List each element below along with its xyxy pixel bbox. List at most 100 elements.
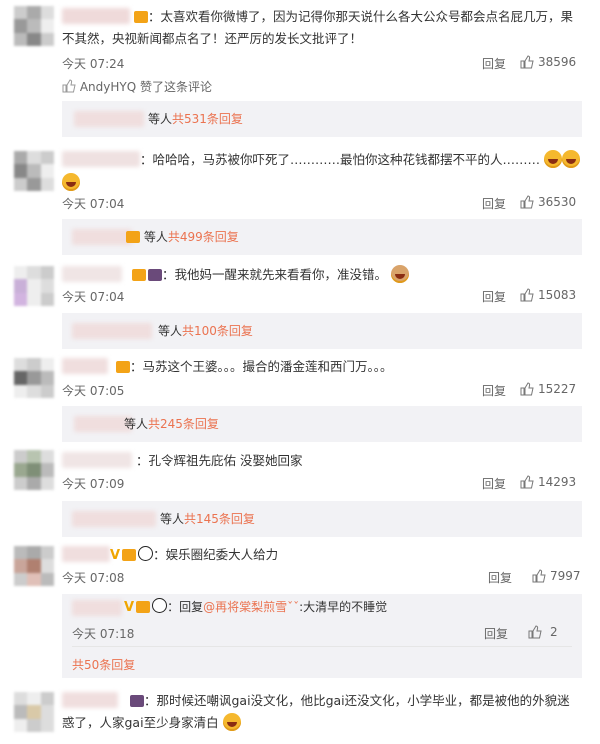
verified-v-icon: V <box>124 600 135 615</box>
comment-item: V ：娱乐圈纪委大人给力 今天 07:08 回复 7997 V ：回复@再将棠梨煎雪… <box>0 536 600 686</box>
like-button[interactable]: 38596 <box>520 55 576 69</box>
smile-emoji-icon <box>222 713 241 731</box>
thumb-up-icon <box>520 382 534 396</box>
avatar[interactable] <box>14 358 54 398</box>
like-button[interactable]: 2 <box>528 625 558 639</box>
timestamp: 今天 07:08 <box>62 571 125 585</box>
comment-item: ：我他妈一醒来就先来看看你，准没错。 今天 07:04 回复 15083 等人共… <box>0 260 600 350</box>
like-button[interactable]: 15227 <box>520 382 576 396</box>
thumb-up-icon <box>520 288 534 302</box>
liked-by-note: AndyHYQ 赞了这条评论 <box>62 78 212 95</box>
avatar[interactable] <box>14 546 54 586</box>
sub-reply-text: 等人共100条回复 <box>158 324 253 338</box>
vip-badge-icon <box>132 269 146 281</box>
sub-reply-text: 等人共145条回复 <box>160 512 255 526</box>
reply-button[interactable]: 回复 <box>482 288 506 305</box>
comment-meta: 今天 07:24 回复 38596 <box>62 55 586 73</box>
thumb-up-icon <box>528 625 542 639</box>
sub-reply-summary[interactable]: 等人共245条回复 <box>62 406 582 442</box>
panda-badge-icon <box>152 598 168 613</box>
like-count: 15083 <box>538 288 577 302</box>
avatar[interactable] <box>14 266 54 306</box>
thumb-up-icon <box>520 475 534 489</box>
sub-reply-summary[interactable]: 等人共145条回复 <box>62 501 582 537</box>
sub-username <box>72 511 156 527</box>
timestamp: 今天 07:04 <box>62 290 125 304</box>
like-button[interactable]: 36530 <box>520 195 576 209</box>
comment-item: ：马苏这个王婆。。。撮合的潘金莲和西门万。。。 今天 07:05 回复 1522… <box>0 350 600 442</box>
like-button[interactable]: 15083 <box>520 288 576 302</box>
timestamp: 今天 07:05 <box>62 384 125 398</box>
thumb-up-icon <box>520 55 534 69</box>
like-button[interactable]: 14293 <box>520 475 576 489</box>
comment-item: ：那时候还嘲讽gai没文化，他比gai还没文化，小学毕业，都是被他的外貌迷惑了，… <box>0 686 600 744</box>
like-button[interactable]: 7997 <box>532 569 581 583</box>
comment-text: ：那时候还嘲讽gai没文化，他比gai还没文化，小学毕业，都是被他的外貌迷惑了，… <box>62 693 570 731</box>
reply-button[interactable]: 回复 <box>484 625 508 642</box>
laughing-emoji-icon <box>544 150 562 168</box>
reply-button[interactable]: 回复 <box>488 569 512 586</box>
sub-reply-summary[interactable]: 等人共499条回复 <box>62 219 582 255</box>
vip-badge-icon <box>126 231 140 243</box>
comment-item: ：孔令辉祖先庇佑 没娶她回家 今天 07:09 回复 14293 等人共145条… <box>0 442 600 537</box>
panda-badge-icon <box>138 546 154 561</box>
thumb-up-icon <box>532 569 546 583</box>
reply-button[interactable]: 回复 <box>482 475 506 492</box>
timestamp: 今天 07:18 <box>72 627 135 641</box>
mention-link[interactable]: @再将棠梨煎雪ˇˇ <box>203 600 299 614</box>
vip-badge-icon <box>134 11 148 23</box>
reply-button[interactable]: 回复 <box>482 55 506 72</box>
comment-item: ：哈哈哈，马苏被你吓死了…………最怕你这种花钱都摆不平的人……… 今天 07:0… <box>0 145 600 260</box>
sub-username <box>72 323 152 339</box>
like-count: 15227 <box>538 382 577 396</box>
reply-button[interactable]: 回复 <box>482 382 506 399</box>
dog-emoji-icon <box>391 265 409 283</box>
avatar[interactable] <box>14 151 54 191</box>
comment-meta: 今天 07:04 回复 36530 <box>62 195 586 213</box>
sub-reply-count[interactable]: 共499条回复 <box>168 230 239 244</box>
comment-text: ：马苏这个王婆。。。撮合的潘金莲和西门万。。。 <box>62 356 582 378</box>
laughing-emoji-icon <box>62 173 80 191</box>
emoji-line <box>62 172 80 191</box>
comment-meta: 今天 07:09 回复 14293 <box>62 475 586 493</box>
sub-reply-summary[interactable]: 等人共531条回复 <box>62 101 582 137</box>
timestamp: 今天 07:04 <box>62 197 125 211</box>
sub-username <box>72 229 132 245</box>
vip-badge-icon <box>136 601 151 613</box>
divider <box>72 646 572 647</box>
like-count: 2 <box>550 625 558 639</box>
like-count: 7997 <box>550 569 581 583</box>
sub-reply-summary[interactable]: 等人共100条回复 <box>62 313 582 349</box>
comment-meta: 今天 07:05 回复 15227 <box>62 382 586 400</box>
avatar[interactable] <box>14 692 54 732</box>
timestamp: 今天 07:09 <box>62 477 125 491</box>
avatar[interactable] <box>14 6 54 46</box>
comment-text: ：我他妈一醒来就先来看看你，准没错。 <box>62 264 582 286</box>
sub-reply-count[interactable]: 共531条回复 <box>172 112 243 126</box>
nested-reply-text: V ：回复@再将棠梨煎雪ˇˇ:大清早的不睡觉 <box>124 598 388 615</box>
like-count: 36530 <box>538 195 577 209</box>
member-badge-icon <box>148 269 162 281</box>
laughing-emoji-icon <box>562 150 580 168</box>
sub-username <box>74 111 144 127</box>
comment-item: ：太喜欢看你微博了，因为记得你那天说什么各大公众号都会点名屁几万，果不其然，央视… <box>0 0 600 145</box>
sub-reply-count[interactable]: 共100条回复 <box>182 324 253 338</box>
comment-meta: 今天 07:08 回复 7997 <box>62 569 586 587</box>
sub-reply-count[interactable]: 共50条回复 <box>72 656 135 673</box>
member-badge-icon <box>130 695 144 707</box>
comment-text: ：哈哈哈，马苏被你吓死了…………最怕你这种花钱都摆不平的人……… <box>62 149 582 171</box>
sub-reply-count[interactable]: 共245条回复 <box>148 417 219 431</box>
sub-reply-text: 等人共531条回复 <box>148 112 243 126</box>
sub-reply-text: 等人共245条回复 <box>124 417 219 431</box>
comment-text: ：孔令辉祖先庇佑 没娶她回家 <box>136 453 303 468</box>
sub-reply-count[interactable]: 共145条回复 <box>184 512 255 526</box>
sub-reply-text: 等人共499条回复 <box>124 228 239 245</box>
avatar[interactable] <box>14 450 54 490</box>
thumb-up-icon <box>520 195 534 209</box>
liked-by-text: AndyHYQ 赞了这条评论 <box>79 80 212 94</box>
sub-username[interactable] <box>72 600 122 616</box>
thumb-up-icon <box>62 79 76 93</box>
comment-text: ：太喜欢看你微博了，因为记得你那天说什么各大公众号都会点名屁几万，果不其然，央视… <box>62 9 574 46</box>
like-count: 14293 <box>538 475 577 489</box>
reply-button[interactable]: 回复 <box>482 195 506 212</box>
